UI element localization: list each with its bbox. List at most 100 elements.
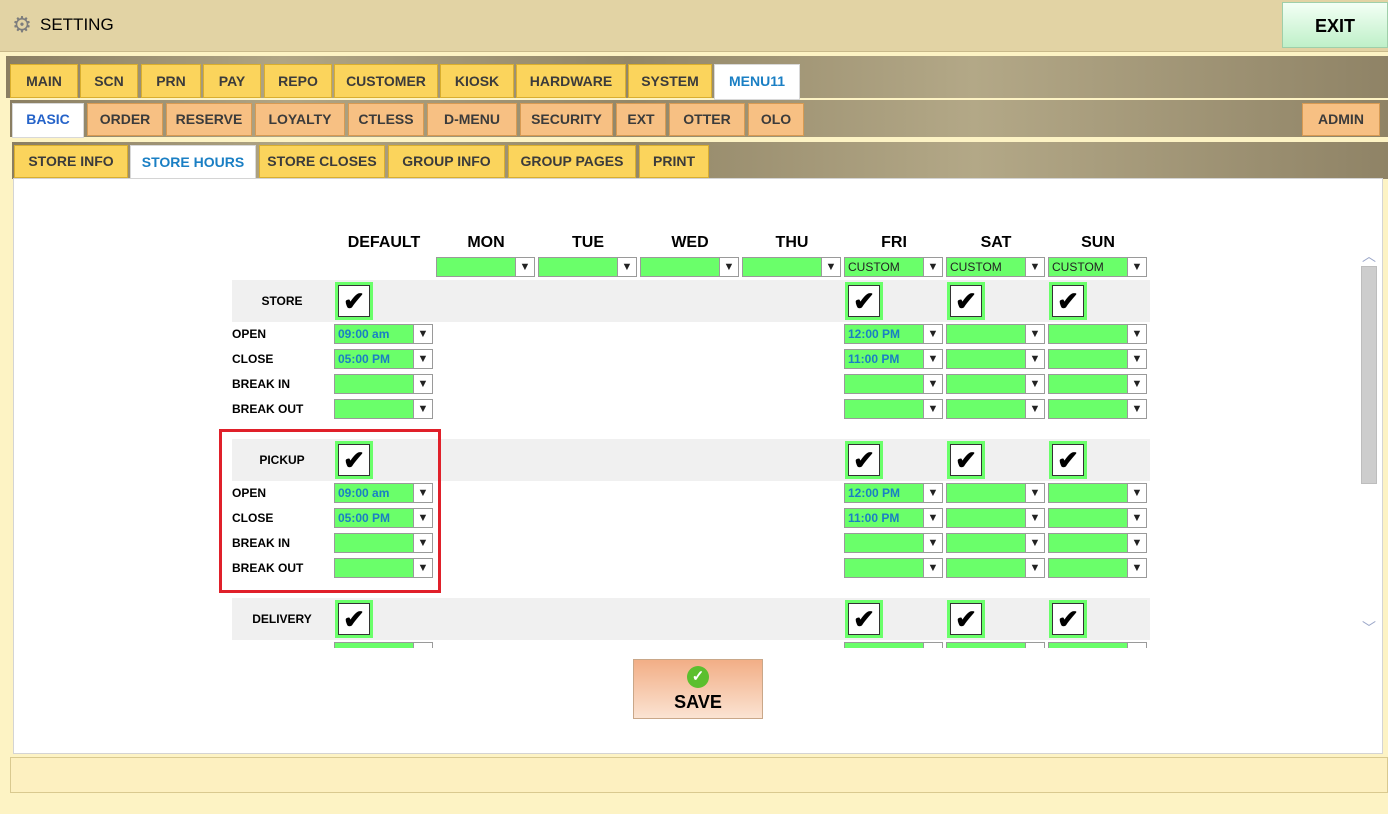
tab-hardware[interactable]: HARDWARE [516, 64, 626, 98]
checkbox-pickup-sat[interactable]: ✔ [947, 441, 985, 479]
tab-order[interactable]: ORDER [87, 103, 163, 136]
store-break-in-sat[interactable]: ▼ [946, 374, 1045, 394]
tab-print[interactable]: PRINT [639, 145, 709, 178]
store-break-in-sun[interactable]: ▼ [1048, 374, 1147, 394]
pickup-open-fri[interactable]: 12:00 PM ▼ [844, 483, 943, 503]
store-close-fri[interactable]: 11:00 PM ▼ [844, 349, 943, 369]
chevron-down-icon: ▼ [1127, 509, 1146, 527]
mode-value-sat: CUSTOM [950, 260, 1002, 274]
mode-select-sat[interactable]: CUSTOM ▼ [946, 257, 1045, 277]
checkbox-store-sat[interactable]: ✔ [947, 282, 985, 320]
mode-select-mon[interactable]: ▼ [436, 257, 535, 277]
store-break-in-fri[interactable]: ▼ [844, 374, 943, 394]
checkbox-store-fri[interactable]: ✔ [845, 282, 883, 320]
checkbox-store-sun[interactable]: ✔ [1049, 282, 1087, 320]
checkbox-delivery-sat[interactable]: ✔ [947, 600, 985, 638]
tab-ext[interactable]: EXT [616, 103, 666, 136]
checkbox-pickup-fri[interactable]: ✔ [845, 441, 883, 479]
checkbox-delivery-sun[interactable]: ✔ [1049, 600, 1087, 638]
mode-select-wed[interactable]: ▼ [640, 257, 739, 277]
chevron-down-icon: ▼ [1127, 350, 1146, 368]
scroll-up-icon[interactable]: ︿ [1360, 246, 1378, 264]
store-break-in-default[interactable]: ▼ [334, 374, 433, 394]
mode-select-sun[interactable]: CUSTOM ▼ [1048, 257, 1147, 277]
pickup-break-in-sat[interactable]: ▼ [946, 533, 1045, 553]
pickup-open-sun[interactable]: ▼ [1048, 483, 1147, 503]
scroll-down-icon[interactable]: ﹀ [1360, 618, 1378, 636]
tab-repo[interactable]: REPO [264, 64, 332, 98]
checkbox-pickup-sun[interactable]: ✔ [1049, 441, 1087, 479]
pickup-break-out-sun[interactable]: ▼ [1048, 558, 1147, 578]
pickup-close-sat[interactable]: ▼ [946, 508, 1045, 528]
pickup-break-in-sun[interactable]: ▼ [1048, 533, 1147, 553]
chevron-down-icon: ▼ [1025, 258, 1044, 276]
tab-otter[interactable]: OTTER [669, 103, 745, 136]
mode-value-sun: CUSTOM [1052, 260, 1104, 274]
delivery-open-fri[interactable]: ▼ [844, 642, 943, 648]
pickup-close-sun[interactable]: ▼ [1048, 508, 1147, 528]
tab-store-closes[interactable]: STORE CLOSES [259, 145, 385, 178]
tab-system[interactable]: SYSTEM [628, 64, 712, 98]
delivery-open-default[interactable]: ▼ [334, 642, 433, 648]
tab-basic[interactable]: BASIC [12, 103, 84, 138]
chevron-down-icon: ▼ [1025, 484, 1044, 502]
exit-button[interactable]: EXIT [1282, 2, 1388, 48]
store-close-default[interactable]: 05:00 PM ▼ [334, 349, 433, 369]
pickup-close-fri[interactable]: 11:00 PM ▼ [844, 508, 943, 528]
store-open-default-value: 09:00 am [338, 327, 390, 341]
tab-d-menu[interactable]: D-MENU [427, 103, 517, 136]
scrollbar-thumb[interactable] [1361, 266, 1377, 484]
store-break-out-fri[interactable]: ▼ [844, 399, 943, 419]
mode-select-fri[interactable]: CUSTOM ▼ [844, 257, 943, 277]
tab-admin[interactable]: ADMIN [1302, 103, 1380, 136]
store-break-out-default[interactable]: ▼ [334, 399, 433, 419]
tab-reserve[interactable]: RESERVE [166, 103, 252, 136]
tab-olo[interactable]: OLO [748, 103, 804, 136]
delivery-open-sat[interactable]: ▼ [946, 642, 1045, 648]
chevron-down-icon: ▼ [923, 534, 942, 552]
pickup-break-out-fri[interactable]: ▼ [844, 558, 943, 578]
store-open-sat[interactable]: ▼ [946, 324, 1045, 344]
tab-main[interactable]: MAIN [10, 64, 78, 98]
store-open-fri[interactable]: 12:00 PM ▼ [844, 324, 943, 344]
tab-prn[interactable]: PRN [141, 64, 201, 98]
store-break-out-sun[interactable]: ▼ [1048, 399, 1147, 419]
delivery-open-sun[interactable]: ▼ [1048, 642, 1147, 648]
checkbox-delivery-fri[interactable]: ✔ [845, 600, 883, 638]
tab-scn[interactable]: SCN [80, 64, 138, 98]
store-close-sat[interactable]: ▼ [946, 349, 1045, 369]
store-open-default[interactable]: 09:00 am ▼ [334, 324, 433, 344]
chevron-down-icon: ▼ [1127, 534, 1146, 552]
tab-pay[interactable]: PAY [203, 64, 261, 98]
checkbox-delivery-default[interactable]: ✔ [335, 600, 373, 638]
chevron-down-icon: ▼ [923, 509, 942, 527]
store-break-out-sat[interactable]: ▼ [946, 399, 1045, 419]
row-label-open: OPEN [232, 327, 267, 341]
main-tab-bar: MAIN SCN PRN PAY REPO CUSTOMER KIOSK HAR… [6, 56, 1388, 100]
save-button[interactable]: ✓ SAVE [633, 659, 763, 719]
tab-customer[interactable]: CUSTOMER [334, 64, 438, 98]
tab-loyalty[interactable]: LOYALTY [255, 103, 345, 136]
mode-select-thu[interactable]: ▼ [742, 257, 841, 277]
chevron-down-icon: ▼ [1025, 350, 1044, 368]
row-label-break-in: BREAK IN [232, 377, 291, 391]
mode-select-tue[interactable]: ▼ [538, 257, 637, 277]
store-close-sun[interactable]: ▼ [1048, 349, 1147, 369]
chevron-down-icon: ▼ [1025, 400, 1044, 418]
store-open-sun[interactable]: ▼ [1048, 324, 1147, 344]
tab-group-pages[interactable]: GROUP PAGES [508, 145, 636, 178]
chevron-down-icon: ▼ [923, 484, 942, 502]
tab-store-info[interactable]: STORE INFO [14, 145, 128, 178]
section-label-delivery: DELIVERY [252, 612, 312, 626]
pickup-break-out-sat[interactable]: ▼ [946, 558, 1045, 578]
checkbox-store-default[interactable]: ✔ [335, 282, 373, 320]
tab-menu11[interactable]: MENU11 [714, 64, 800, 100]
tab-kiosk[interactable]: KIOSK [440, 64, 514, 98]
tab-security[interactable]: SECURITY [520, 103, 613, 136]
pickup-break-in-fri[interactable]: ▼ [844, 533, 943, 553]
chevron-down-icon: ▼ [413, 643, 432, 648]
tab-ctless[interactable]: CTLESS [348, 103, 424, 136]
pickup-open-sat[interactable]: ▼ [946, 483, 1045, 503]
tab-store-hours[interactable]: STORE HOURS [130, 145, 256, 180]
tab-group-info[interactable]: GROUP INFO [388, 145, 505, 178]
